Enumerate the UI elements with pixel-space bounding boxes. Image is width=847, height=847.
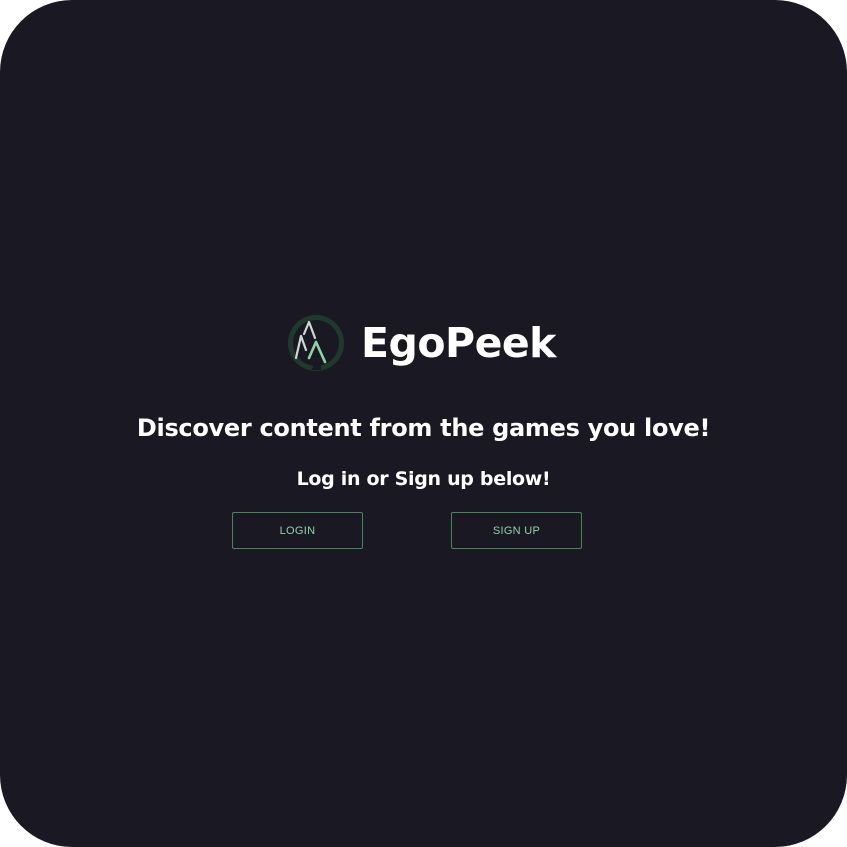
app-window: EgoPeek Discover content from the games … <box>0 0 847 847</box>
brand-name: EgoPeek <box>361 318 556 367</box>
mountain-peak-logo-icon <box>288 315 344 371</box>
login-button[interactable]: LOGIN <box>232 512 363 549</box>
subtitle: Log in or Sign up below! <box>296 468 551 490</box>
signup-button[interactable]: SIGN UP <box>451 512 582 549</box>
brand-header: EgoPeek <box>287 312 556 374</box>
tagline: Discover content from the games you love… <box>136 414 711 442</box>
